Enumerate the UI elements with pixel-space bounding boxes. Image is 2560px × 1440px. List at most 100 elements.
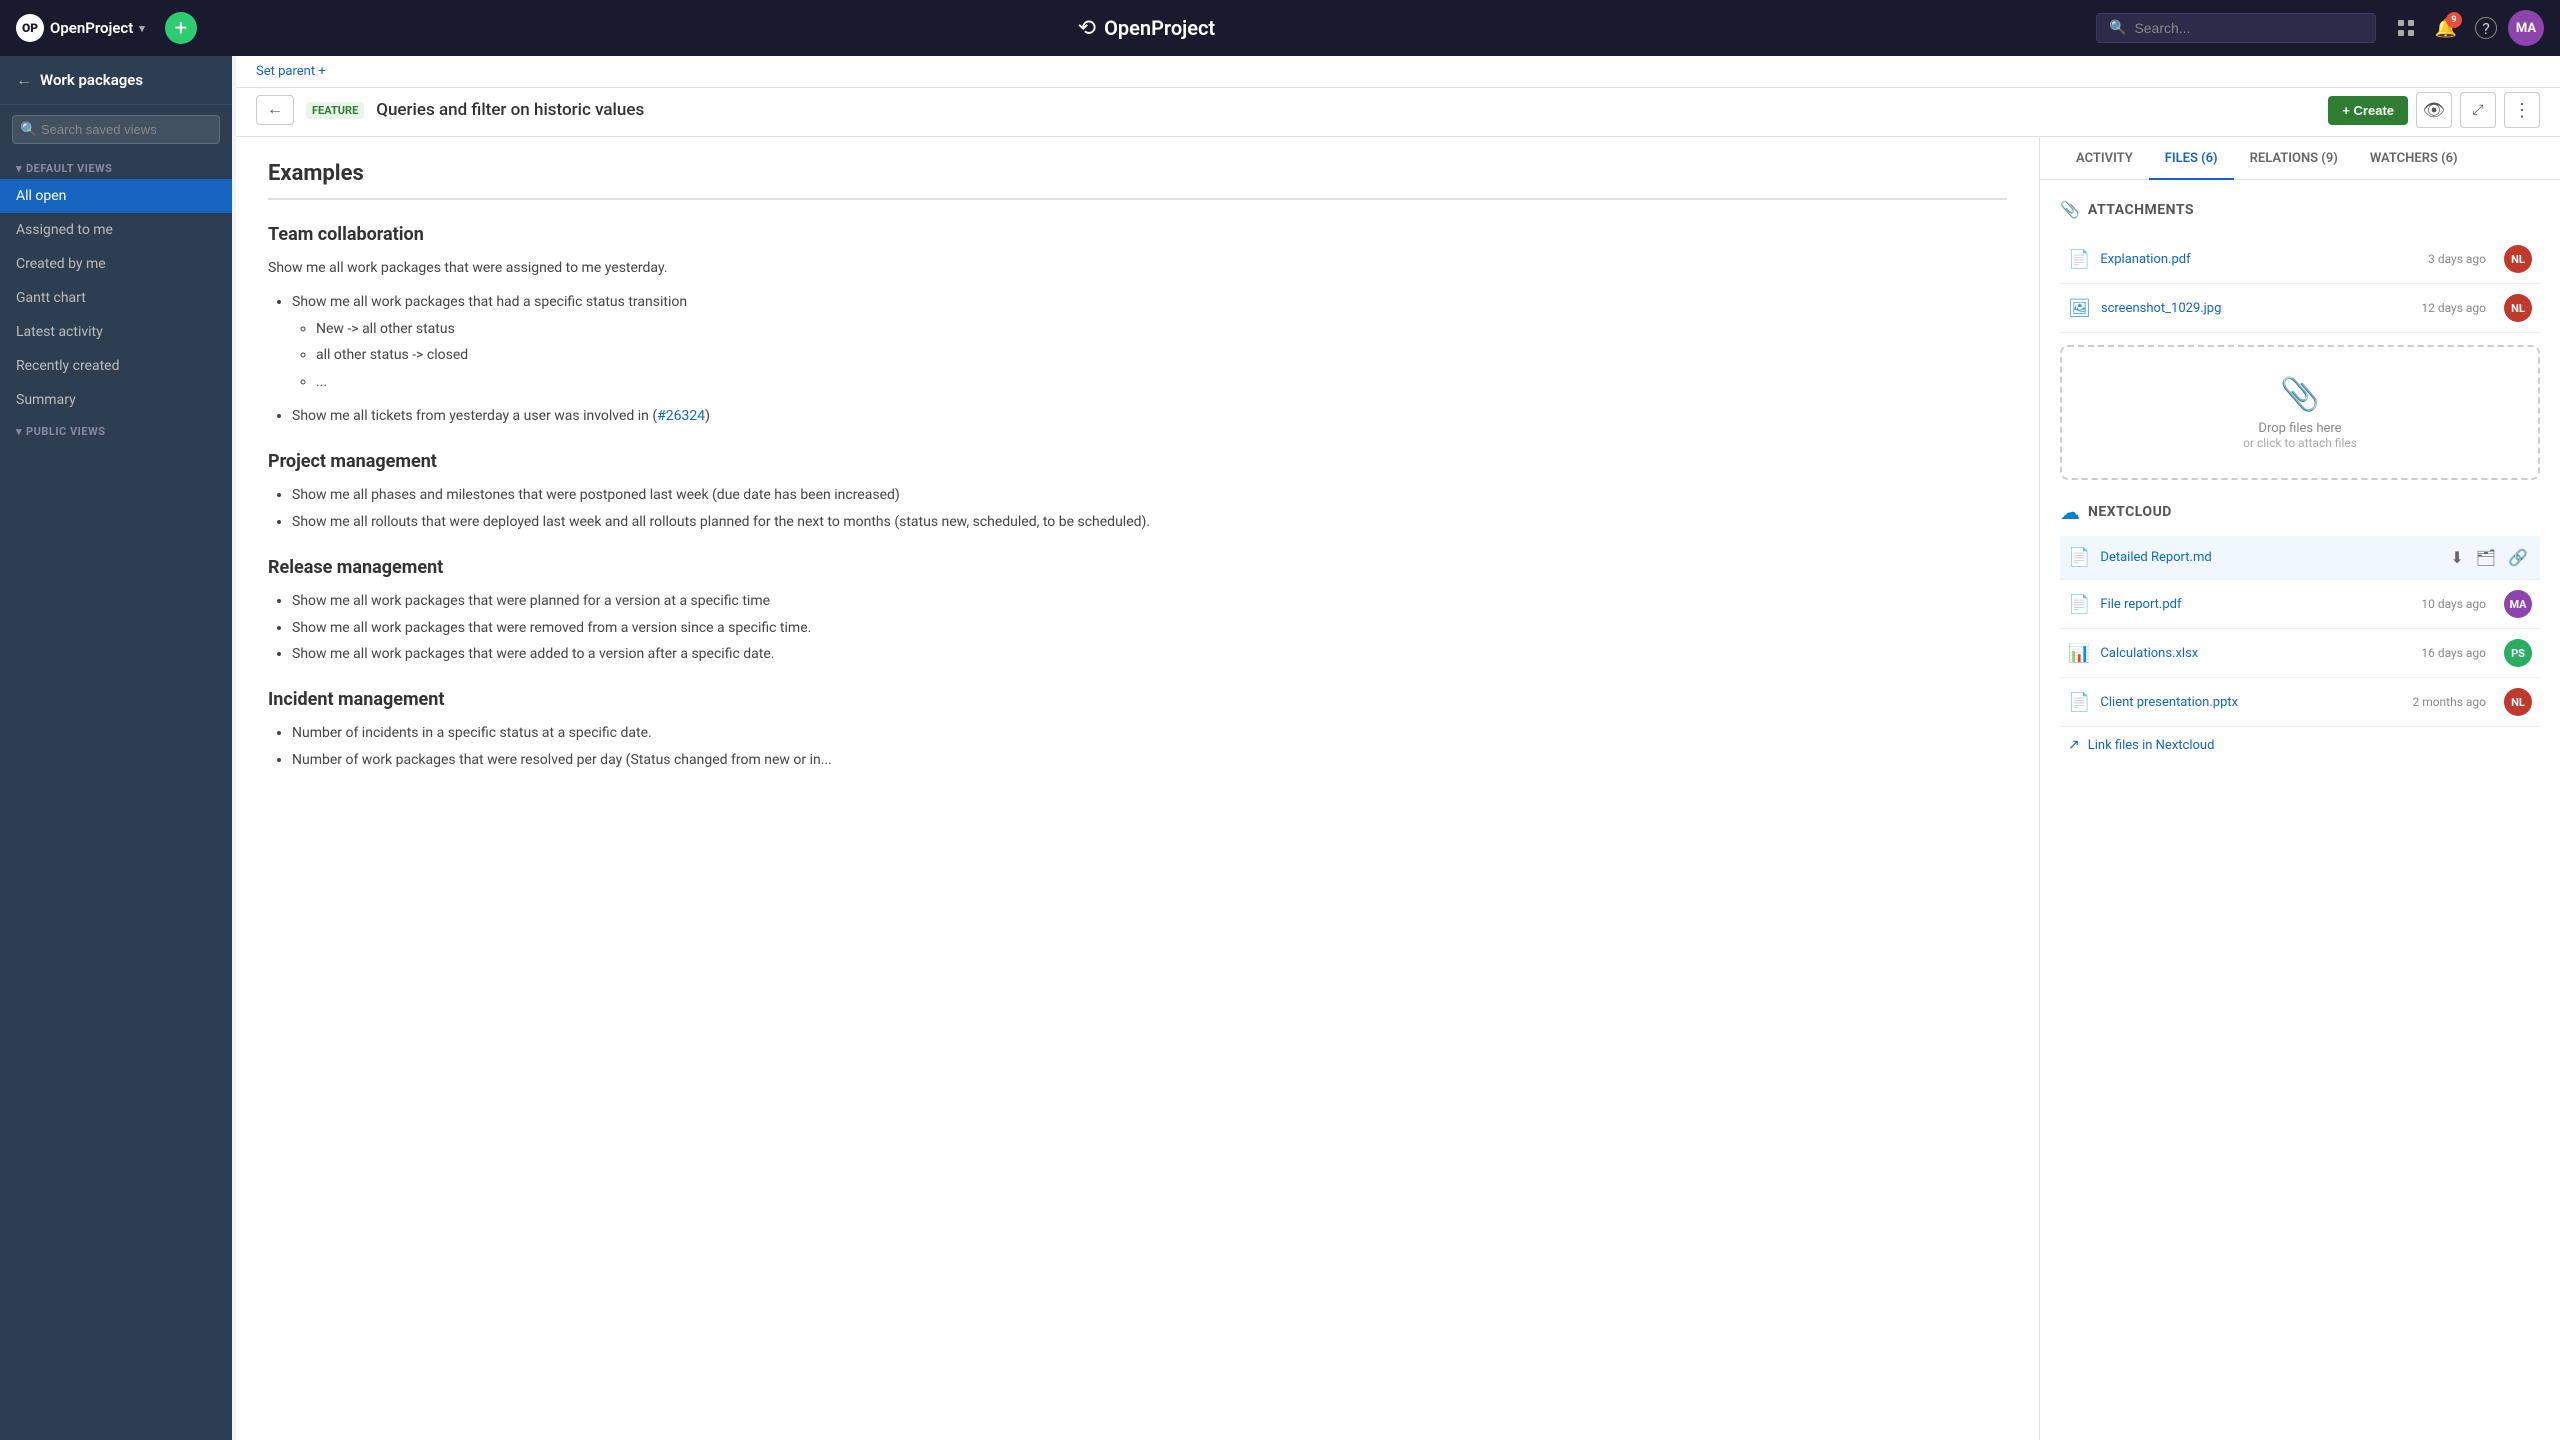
nc-link-files-row[interactable]: ↗ Link files in Nextcloud <box>2060 727 2540 763</box>
sidebar-back-button[interactable]: ← <box>16 70 32 90</box>
download-icon[interactable]: ⬇ <box>2446 546 2467 569</box>
notification-badge: 9 <box>2446 12 2462 28</box>
search-icon: 🔍 <box>2109 20 2126 36</box>
set-parent-link[interactable]: Set parent + <box>256 64 326 79</box>
collapse-icon: ▾ <box>16 425 22 438</box>
sidebar-item-all-open[interactable]: All open <box>0 179 232 213</box>
sidebar-search-area: 🔍 <box>0 105 232 154</box>
sidebar-item-label: Summary <box>16 392 76 408</box>
paperclip-icon: 📎 <box>2060 200 2080 219</box>
nc-file-name-link[interactable]: Detailed Report.md <box>2100 550 2436 565</box>
release-mgmt-list: Show me all work packages that were plan… <box>292 590 2007 665</box>
sidebar-item-label: All open <box>16 188 66 204</box>
nextcloud-icon: ☁ <box>2060 500 2080 524</box>
wp-title: Queries and filter on historic values <box>376 100 644 120</box>
brand-logo: OP <box>16 14 44 42</box>
folder-icon[interactable]: 🗂 <box>2472 546 2500 569</box>
sidebar-section-default-views[interactable]: ▾ DEFAULT VIEWS <box>0 154 232 179</box>
incident-mgmt-list: Number of incidents in a specific status… <box>292 722 2007 771</box>
topnav-icons: 🔔 9 ? MA <box>2388 10 2544 46</box>
sidebar-header: ← Work packages <box>0 56 232 105</box>
nc-file-row: 📄 Client presentation.pptx 2 months ago … <box>2060 678 2540 727</box>
sidebar-section-label: PUBLIC VIEWS <box>26 425 105 438</box>
unlink-icon[interactable]: 🔗 <box>2504 546 2532 569</box>
nc-file-avatar: NL <box>2504 688 2532 716</box>
list-item: Show me all work packages that were adde… <box>292 643 2007 665</box>
sidebar-search-input[interactable] <box>12 115 220 144</box>
tab-relations[interactable]: RELATIONS (9) <box>2234 137 2354 180</box>
attachment-row: 🖼 screenshot_1029.jpg 12 days ago NL <box>2060 284 2540 333</box>
nc-file-name-link[interactable]: Client presentation.pptx <box>2100 695 2402 710</box>
nc-file-time: 2 months ago <box>2412 695 2486 709</box>
content-section-title: Examples <box>268 161 2007 200</box>
more-icon-button[interactable]: ⋮ <box>2504 92 2540 128</box>
nc-file-row: 📊 Calculations.xlsx 16 days ago PS <box>2060 629 2540 678</box>
nc-file-name-link[interactable]: Calculations.xlsx <box>2100 646 2411 661</box>
main-content: Set parent + ← FEATURE Queries and filte… <box>236 56 2560 1440</box>
nextcloud-title: NEXTCLOUD <box>2088 504 2172 520</box>
attachment-name-link[interactable]: screenshot_1029.jpg <box>2101 301 2412 316</box>
eye-icon: 👁 <box>2423 100 2446 121</box>
expand-icon-button[interactable]: ⤢ <box>2460 92 2496 128</box>
pdf-icon: 📄 <box>2068 594 2090 615</box>
list-item: New -> all other status <box>316 318 2007 340</box>
expand-icon: ⤢ <box>2472 102 2483 118</box>
sidebar-item-created-by-me[interactable]: Created by me <box>0 247 232 281</box>
help-button[interactable]: ? <box>2468 10 2504 46</box>
notification-button[interactable]: 🔔 9 <box>2428 10 2464 46</box>
attachment-time: 3 days ago <box>2428 252 2486 266</box>
list-item: Number of incidents in a specific status… <box>292 722 2007 744</box>
wp-right-panel: ACTIVITY FILES (6) RELATIONS (9) WATCHER… <box>2040 137 2560 1440</box>
nc-link-text: Link files in Nextcloud <box>2088 738 2215 753</box>
wp-tabs: ACTIVITY FILES (6) RELATIONS (9) WATCHER… <box>2040 137 2560 180</box>
sidebar-item-label: Latest activity <box>16 324 103 340</box>
nc-file-name-link[interactable]: File report.pdf <box>2100 597 2411 612</box>
sidebar-search-icon: 🔍 <box>20 122 37 138</box>
tab-watchers[interactable]: WATCHERS (6) <box>2354 137 2474 180</box>
external-link-icon: ↗ <box>2068 737 2080 753</box>
sub-list: New -> all other status all other status… <box>316 318 2007 393</box>
sidebar-section-public-views[interactable]: ▾ PUBLIC VIEWS <box>0 417 232 442</box>
tab-activity[interactable]: ACTIVITY <box>2060 137 2149 180</box>
drop-zone[interactable]: 📎 Drop files here or click to attach fil… <box>2060 345 2540 480</box>
logo-icon: ⟲ <box>1078 16 1096 41</box>
list-item: Show me all work packages that had a spe… <box>292 291 2007 313</box>
wp-title-header: ← FEATURE Queries and filter on historic… <box>236 88 2560 137</box>
attachment-time: 12 days ago <box>2421 301 2486 315</box>
list-item: Number of work packages that were resolv… <box>292 749 2007 771</box>
add-button[interactable]: + <box>165 12 197 44</box>
nc-file-avatar: MA <box>2504 590 2532 618</box>
create-button[interactable]: + Create <box>2328 96 2408 125</box>
topnav-center: ⟲ OpenProject <box>209 16 2084 41</box>
list-item: Show me all phases and milestones that w… <box>292 484 2007 506</box>
pdf-icon: 📄 <box>2068 249 2090 270</box>
sidebar-item-label: Gantt chart <box>16 290 86 306</box>
sidebar-item-summary[interactable]: Summary <box>0 383 232 417</box>
brand[interactable]: OP OpenProject ▾ <box>16 14 145 42</box>
sidebar-item-latest-activity[interactable]: Latest activity <box>0 315 232 349</box>
sidebar-item-recently-created[interactable]: Recently created <box>0 349 232 383</box>
attachment-name-link[interactable]: Explanation.pdf <box>2100 252 2418 267</box>
attachments-header: 📎 ATTACHMENTS <box>2060 200 2540 219</box>
nc-file-actions: ⬇ 🗂 🔗 <box>2446 546 2532 569</box>
wp-content-panel: Examples Team collaboration Show me all … <box>236 137 2040 1440</box>
xls-icon: 📊 <box>2068 643 2090 664</box>
view-icon-button[interactable]: 👁 <box>2416 92 2452 128</box>
drop-zone-text: Drop files here <box>2090 421 2510 436</box>
tab-files[interactable]: FILES (6) <box>2149 137 2234 180</box>
user-avatar[interactable]: MA <box>2508 10 2544 46</box>
doc-icon: 📄 <box>2068 547 2090 568</box>
ticket-link[interactable]: #26324 <box>657 408 705 424</box>
search-box[interactable]: 🔍 <box>2096 13 2376 43</box>
search-input[interactable] <box>2134 20 2363 36</box>
section-project-mgmt: Project management <box>268 451 2007 472</box>
grid-icon-button[interactable] <box>2388 10 2424 46</box>
sidebar-item-assigned-to-me[interactable]: Assigned to me <box>0 213 232 247</box>
list-item: Show me all tickets from yesterday a use… <box>292 405 2007 427</box>
nextcloud-header: ☁ NEXTCLOUD <box>2060 500 2540 524</box>
topnav: OP OpenProject ▾ + ⟲ OpenProject 🔍 🔔 9 ? <box>0 0 2560 56</box>
sidebar-title: Work packages <box>40 71 143 89</box>
sidebar-search-wrap: 🔍 <box>12 115 220 144</box>
sidebar-item-gantt-chart[interactable]: Gantt chart <box>0 281 232 315</box>
back-button[interactable]: ← <box>256 95 294 125</box>
